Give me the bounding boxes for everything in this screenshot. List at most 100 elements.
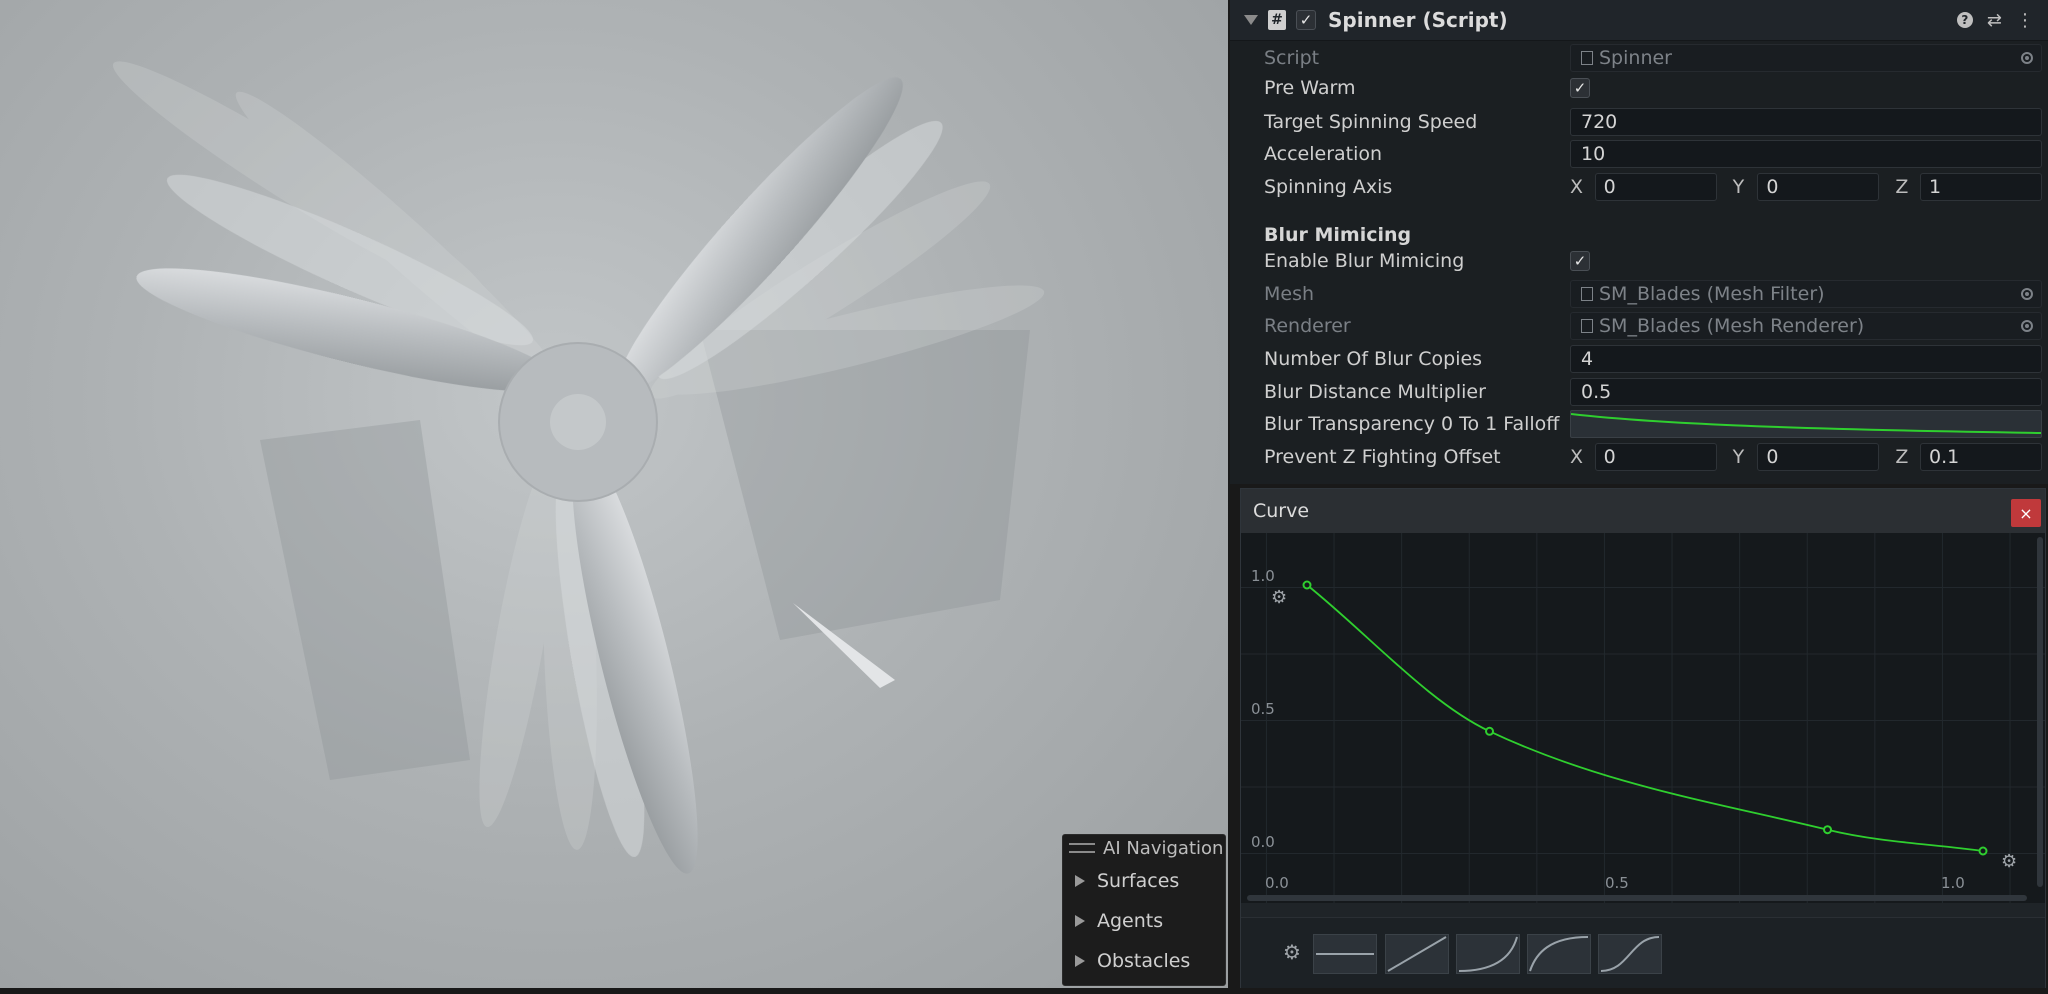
expand-arrow-icon[interactable]: [1075, 915, 1085, 927]
component-header[interactable]: # ✓ Spinner (Script) ? ⇄ ⋮: [1230, 0, 2048, 41]
component-title: Spinner (Script): [1328, 8, 1508, 32]
preset-ease-out-icon: [1529, 936, 1589, 972]
ai-nav-item-agents[interactable]: Agents: [1063, 901, 1225, 941]
scene-view[interactable]: AI Navigation Surfaces Agents Obstacles: [0, 0, 1228, 988]
x-tick-label: 0.5: [1605, 874, 1629, 892]
z-fight-label: Prevent Z Fighting Offset: [1264, 446, 1501, 468]
blur-distance-input[interactable]: 0.5: [1570, 378, 2042, 406]
y-tick-label: 0.0: [1251, 833, 1275, 851]
axis-z-label: Z: [1895, 176, 1909, 198]
z-fight-x-input[interactable]: 0: [1594, 443, 1717, 471]
preset-constant[interactable]: [1313, 934, 1377, 974]
z-fight-z-input[interactable]: 0.1: [1919, 443, 2042, 471]
post-wrap-gear-icon[interactable]: ⚙: [2001, 851, 2017, 872]
close-button[interactable]: ×: [2011, 499, 2041, 527]
target-speed-input[interactable]: 720: [1570, 108, 2042, 136]
script-file-icon: [1581, 51, 1593, 65]
mesh-value: SM_Blades (Mesh Filter): [1599, 283, 1825, 305]
axis-y-label: Y: [1732, 446, 1745, 468]
axis-z-label: Z: [1895, 446, 1909, 468]
presets-icon[interactable]: ⇄: [1987, 10, 2002, 31]
preset-ease-in-icon: [1458, 936, 1518, 972]
object-picker-icon[interactable]: [2021, 320, 2033, 332]
blur-section-header: Blur Mimicing: [1264, 224, 1412, 246]
preset-ease-in[interactable]: [1456, 934, 1520, 974]
preset-linear[interactable]: [1385, 934, 1449, 974]
y-tick-label: 1.0: [1251, 567, 1275, 585]
expand-arrow-icon[interactable]: [1075, 875, 1085, 887]
ai-nav-item-label: Agents: [1097, 910, 1164, 932]
preset-ease-out[interactable]: [1527, 934, 1591, 974]
curve-keyframe[interactable]: [1485, 726, 1495, 736]
preset-ease-in-out[interactable]: [1598, 934, 1662, 974]
curve-graph[interactable]: 1.0 0.5 0.0 0.0 0.5 1.0 ⚙ ⚙: [1241, 533, 2045, 903]
pre-wrap-gear-icon[interactable]: ⚙: [1271, 587, 1287, 608]
acceleration-input[interactable]: 10: [1570, 140, 2042, 168]
blur-distance-row: Blur Distance Multiplier 0.5: [1230, 376, 2048, 408]
gear-icon[interactable]: ⚙: [1283, 940, 1301, 964]
script-icon: #: [1268, 10, 1286, 30]
curve-keyframe[interactable]: [1978, 846, 1988, 856]
help-icon[interactable]: ?: [1956, 12, 1973, 28]
z-fight-row: Prevent Z Fighting Offset X 0 Y 0 Z 0.1: [1230, 441, 2048, 473]
curve-editor-window[interactable]: Curve × 1.0 0.5 0.0 0.0 0.5 1.0 ⚙ ⚙ ⚙: [1240, 488, 2046, 988]
blur-copies-row: Number Of Blur Copies 4: [1230, 343, 2048, 375]
y-tick-label: 0.5: [1251, 700, 1275, 718]
spinning-axis-x-input[interactable]: 0: [1594, 173, 1717, 201]
curve-line: [1306, 584, 1984, 852]
ai-navigation-overlay[interactable]: AI Navigation Surfaces Agents Obstacles: [1062, 834, 1226, 986]
mesh-field[interactable]: SM_Blades (Mesh Filter): [1570, 280, 2042, 308]
script-field[interactable]: Spinner: [1570, 44, 2042, 72]
horizontal-scrollbar: [1247, 895, 2027, 901]
renderer-field[interactable]: SM_Blades (Mesh Renderer): [1570, 312, 2042, 340]
spinning-axis-label: Spinning Axis: [1264, 176, 1393, 198]
ai-navigation-title: AI Navigation: [1103, 837, 1224, 859]
blur-transparency-row: Blur Transparency 0 To 1 Falloff: [1230, 408, 2048, 440]
axis-x-label: X: [1570, 446, 1584, 468]
mesh-label: Mesh: [1264, 283, 1315, 305]
ai-navigation-header[interactable]: AI Navigation: [1063, 835, 1225, 861]
ai-nav-item-obstacles[interactable]: Obstacles: [1063, 941, 1225, 981]
ai-nav-item-surfaces[interactable]: Surfaces: [1063, 861, 1225, 901]
blur-transparency-label: Blur Transparency 0 To 1 Falloff: [1264, 413, 1560, 435]
curve-window-title: Curve: [1253, 500, 1310, 522]
curve-keyframe[interactable]: [1302, 580, 1312, 590]
object-picker-icon[interactable]: [2021, 288, 2033, 300]
renderer-row: Renderer SM_Blades (Mesh Renderer): [1230, 310, 2048, 342]
curve-window-titlebar[interactable]: Curve: [1241, 489, 2045, 533]
kebab-menu-icon[interactable]: ⋮: [2016, 10, 2034, 31]
foldout-arrow-icon[interactable]: [1244, 15, 1258, 25]
blur-transparency-curve-field[interactable]: [1570, 410, 2042, 438]
spinning-axis-y-input[interactable]: 0: [1757, 173, 1880, 201]
expand-arrow-icon[interactable]: [1075, 955, 1085, 967]
drag-handle-icon[interactable]: [1069, 843, 1095, 853]
mesh-renderer-icon: [1581, 319, 1593, 333]
mesh-row: Mesh SM_Blades (Mesh Filter): [1230, 278, 2048, 310]
script-label: Script: [1264, 47, 1320, 69]
pre-warm-label: Pre Warm: [1264, 77, 1356, 99]
pre-warm-row: Pre Warm ✓: [1230, 72, 2048, 104]
preset-constant-icon: [1316, 953, 1374, 955]
propeller-render: [112, 61, 1045, 874]
component-enabled-checkbox[interactable]: ✓: [1296, 10, 1316, 30]
spinning-axis-z-input[interactable]: 1: [1919, 173, 2042, 201]
x-tick-label: 0.0: [1265, 874, 1289, 892]
script-value: Spinner: [1599, 47, 1672, 69]
blur-copies-input[interactable]: 4: [1570, 345, 2042, 373]
object-picker-icon[interactable]: [2021, 52, 2033, 64]
enable-blur-checkbox[interactable]: ✓: [1570, 251, 1590, 271]
curve-graph-area[interactable]: 1.0 0.5 0.0 0.0 0.5 1.0 ⚙ ⚙: [1241, 533, 2045, 903]
z-fight-y-input[interactable]: 0: [1757, 443, 1880, 471]
renderer-label: Renderer: [1264, 315, 1351, 337]
spinning-axis-row: Spinning Axis X 0 Y 0 Z 1: [1230, 171, 2048, 203]
curve-presets-bar: ⚙: [1241, 917, 2045, 988]
target-speed-row: Target Spinning Speed 720: [1230, 106, 2048, 138]
enable-blur-label: Enable Blur Mimicing: [1264, 250, 1465, 272]
mesh-filter-icon: [1581, 287, 1593, 301]
pre-warm-checkbox[interactable]: ✓: [1570, 78, 1590, 98]
curve-keyframe[interactable]: [1823, 825, 1833, 835]
ai-nav-item-label: Obstacles: [1097, 950, 1191, 972]
inspector-panel: # ✓ Spinner (Script) ? ⇄ ⋮ Script Spinne…: [1230, 0, 2048, 484]
x-tick-label: 1.0: [1941, 874, 1965, 892]
curve-preview: [1571, 413, 2041, 434]
